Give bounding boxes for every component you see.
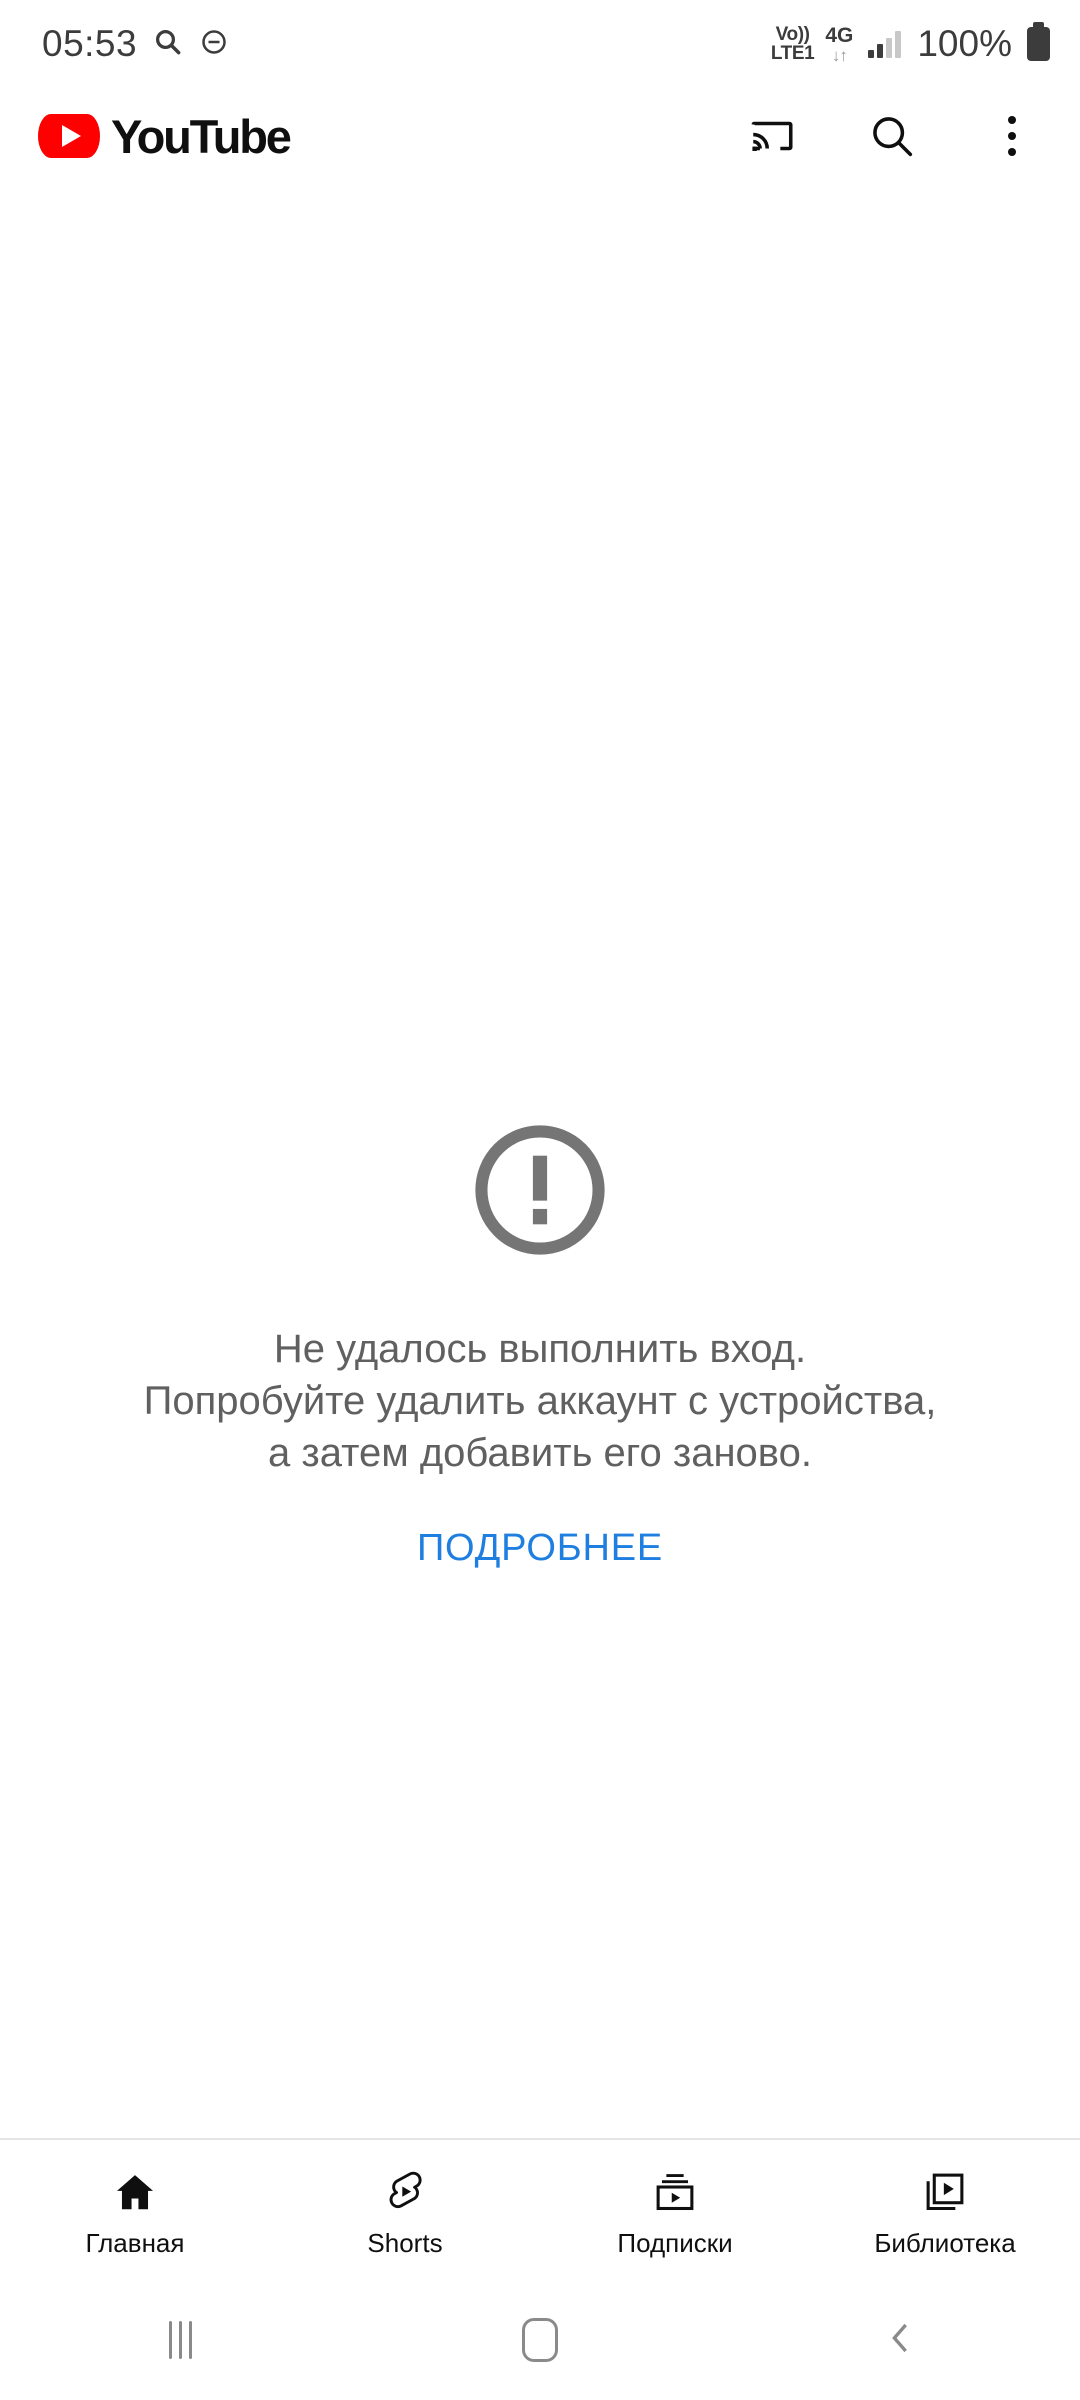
do-not-disturb-icon (199, 27, 229, 62)
header-actions (744, 108, 1048, 164)
android-system-navigation-bar (0, 2280, 1080, 2400)
status-bar-left: 05:53 (42, 23, 229, 65)
youtube-wordmark: YouTube (111, 109, 292, 163)
status-time: 05:53 (42, 23, 138, 64)
battery-percent-label: 100% (917, 23, 1012, 64)
data-transfer-arrows-icon: ↓↑ (831, 45, 848, 65)
recents-icon (168, 2321, 192, 2359)
chevron-left-icon (880, 2316, 920, 2365)
status-bar-right: Vo)) LTE1 4G ↓↑ 100% (770, 22, 1050, 65)
error-message: Не удалось выполнить вход. Попробуйте уд… (144, 1323, 937, 1479)
nav-label-library: Библиотека (874, 2227, 1016, 2258)
error-circle-icon (469, 1119, 611, 1261)
subscriptions-icon (652, 2165, 698, 2215)
more-options-icon[interactable] (984, 108, 1040, 164)
signin-error-block: Не удалось выполнить вход. Попробуйте уд… (0, 1119, 1080, 1570)
youtube-play-icon (38, 114, 100, 158)
nav-item-subscriptions[interactable]: Подписки (540, 2165, 810, 2256)
network-indicator: 4G ↓↑ (825, 25, 853, 64)
battery-icon (1027, 22, 1050, 61)
home-square-icon (522, 2318, 558, 2362)
volte-bottom-label: LTE1 (770, 43, 815, 64)
home-button[interactable] (360, 2318, 720, 2362)
signal-strength-icon (868, 30, 902, 58)
nav-label-subscriptions: Подписки (617, 2227, 733, 2258)
volte-indicator-icon: Vo)) LTE1 (770, 24, 815, 64)
nav-item-shorts[interactable]: Shorts (270, 2165, 540, 2256)
learn-more-button[interactable]: ПОДРОБНЕЕ (417, 1527, 663, 1570)
back-button[interactable] (720, 2316, 1080, 2365)
cast-icon[interactable] (744, 108, 800, 164)
nav-label-home: Главная (85, 2227, 185, 2258)
search-icon (153, 27, 183, 62)
app-header: YouTube (0, 88, 1080, 184)
status-bar: 05:53 Vo)) LTE1 4G ↓↑ 100% (0, 0, 1080, 88)
bottom-navigation-bar: Главная Shorts Подписки Библиотека (0, 2138, 1080, 2280)
recents-button[interactable] (0, 2321, 360, 2359)
nav-label-shorts: Shorts (367, 2227, 443, 2258)
home-icon (112, 2165, 158, 2215)
search-icon[interactable] (864, 108, 920, 164)
error-message-line-3: а затем добавить его заново. (268, 1431, 812, 1475)
youtube-logo[interactable]: YouTube (38, 109, 292, 164)
shorts-icon (382, 2165, 428, 2215)
error-message-line-1: Не удалось выполнить вход. (273, 1327, 807, 1371)
library-icon (922, 2165, 968, 2215)
network-type-label: 4G (825, 23, 854, 47)
error-message-line-2: Попробуйте удалить аккаунт с устройства, (143, 1379, 937, 1423)
nav-item-library[interactable]: Библиотека (810, 2165, 1080, 2256)
nav-item-home[interactable]: Главная (0, 2165, 270, 2256)
volte-top-label: Vo)) (775, 24, 810, 45)
youtube-app-screen: 05:53 Vo)) LTE1 4G ↓↑ 100% YouTube Не уд… (0, 0, 1080, 2400)
main-content: Не удалось выполнить вход. Попробуйте уд… (0, 184, 1080, 2138)
